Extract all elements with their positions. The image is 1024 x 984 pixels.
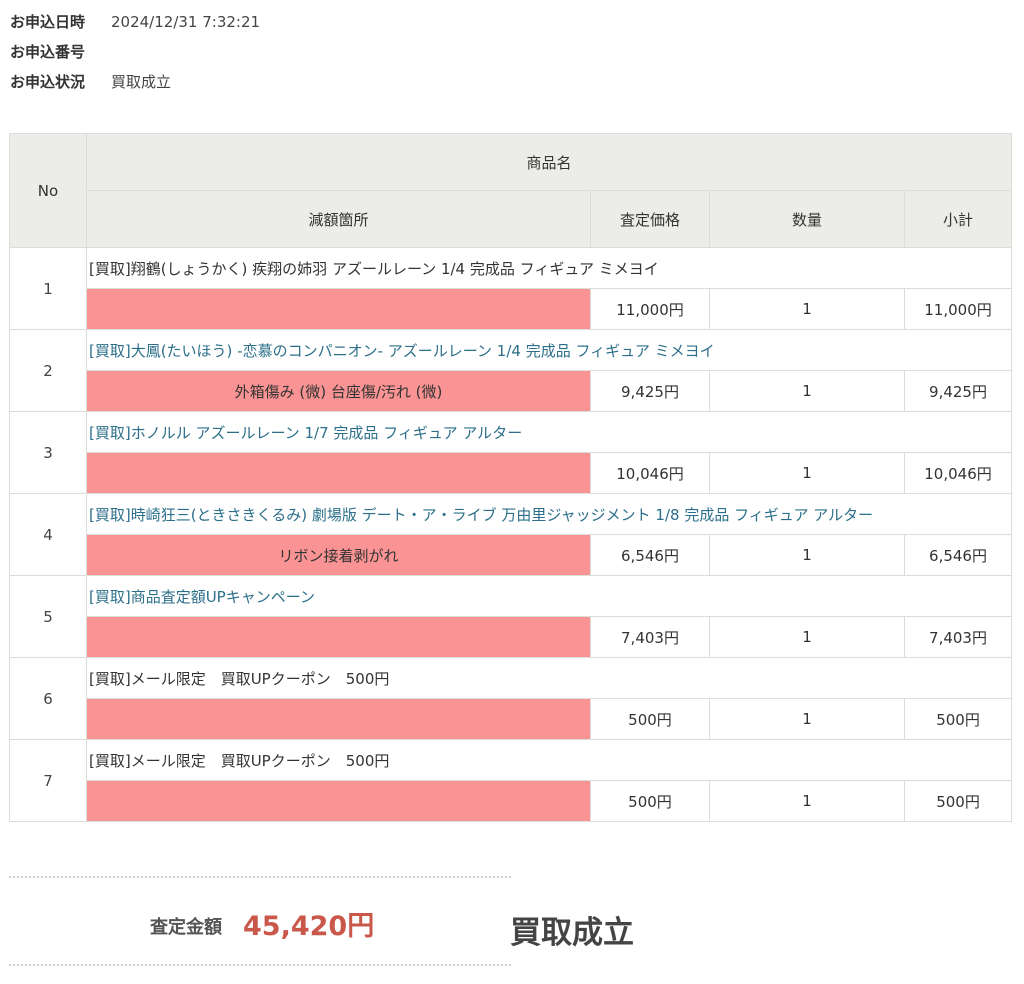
quantity-cell: 1	[709, 452, 905, 494]
price-cell: 11,000円	[590, 288, 710, 330]
table-row: 1 [買取]翔鶴(しょうかく) 疾翔の姉羽 アズールレーン 1/4 完成品 フィ…	[9, 247, 1013, 330]
product-link[interactable]: [買取]翔鶴(しょうかく) 疾翔の姉羽 アズールレーン 1/4 完成品 フィギュ…	[89, 260, 659, 278]
subtotal-cell: 11,000円	[903, 288, 1013, 330]
table-row-detail: 11,000円 1 11,000円	[10, 288, 1013, 330]
row-number: 2	[9, 329, 87, 412]
table-row-detail: 500円 1 500円	[10, 780, 1013, 822]
price-cell: 10,046円	[590, 452, 710, 494]
info-row-date: お申込日時 2024/12/31 7:32:21	[10, 10, 260, 40]
product-link[interactable]: [買取]メール限定 買取UPクーポン 500円	[89, 752, 389, 770]
product-link[interactable]: [買取]時崎狂三(ときさきくるみ) 劇場版 デート・ア・ライブ 万由里ジャッジメ…	[89, 506, 873, 524]
product-link[interactable]: [買取]メール限定 買取UPクーポン 500円	[89, 670, 389, 688]
application-info: お申込日時 2024/12/31 7:32:21 お申込番号 お申込状況 買取成…	[10, 10, 260, 100]
row-number: 1	[9, 247, 87, 330]
reduction-cell	[86, 288, 591, 330]
total-amount: 45,420円	[243, 911, 375, 942]
price-cell: 500円	[590, 780, 710, 822]
status-value: 買取成立	[111, 73, 172, 91]
subtotal-cell: 10,046円	[903, 452, 1013, 494]
header-reduction: 減額箇所	[86, 190, 591, 248]
reduction-cell	[86, 616, 591, 658]
table-row: 4 [買取]時崎狂三(ときさきくるみ) 劇場版 デート・ア・ライブ 万由里ジャッ…	[9, 493, 1013, 576]
product-name-cell: [買取]ホノルル アズールレーン 1/7 完成品 フィギュア アルター	[85, 411, 1013, 453]
status-label: お申込状況	[10, 73, 86, 91]
quantity-cell: 1	[709, 780, 905, 822]
reduction-cell: 外箱傷み (微) 台座傷/汚れ (微)	[86, 370, 591, 412]
date-label: お申込日時	[10, 13, 86, 31]
product-name-cell: [買取]商品査定額UPキャンペーン	[85, 575, 1013, 617]
table-row: 3 [買取]ホノルル アズールレーン 1/7 完成品 フィギュア アルター	[9, 411, 1013, 494]
header-no: No	[9, 133, 87, 248]
row-number: 7	[9, 739, 87, 822]
product-link[interactable]: [買取]ホノルル アズールレーン 1/7 完成品 フィギュア アルター	[89, 424, 522, 442]
product-name-cell: [買取]大鳳(たいほう) -恋慕のコンパニオン- アズールレーン 1/4 完成品…	[85, 329, 1013, 371]
date-value: 2024/12/31 7:32:21	[111, 13, 261, 31]
items-table: No 商品名 減額箇所 査定価格 数量 小計 1 [買取]翔鶴(しょうかく) 疾…	[9, 133, 1013, 822]
header-price: 査定価格	[590, 190, 710, 248]
quantity-cell: 1	[709, 698, 905, 740]
table-row-detail: 10,046円 1 10,046円	[10, 452, 1013, 494]
product-name-cell: [買取]翔鶴(しょうかく) 疾翔の姉羽 アズールレーン 1/4 完成品 フィギュ…	[85, 247, 1013, 289]
subtotal-cell: 9,425円	[903, 370, 1013, 412]
product-name-cell: [買取]メール限定 買取UPクーポン 500円	[85, 739, 1013, 781]
row-number: 4	[9, 493, 87, 576]
divider-bottom	[9, 964, 511, 966]
quantity-cell: 1	[709, 534, 905, 576]
product-link[interactable]: [買取]商品査定額UPキャンペーン	[89, 588, 315, 606]
divider-top	[9, 876, 511, 878]
product-name-cell: [買取]時崎狂三(ときさきくるみ) 劇場版 デート・ア・ライブ 万由里ジャッジメ…	[85, 493, 1013, 535]
header-subtotal: 小計	[903, 190, 1013, 248]
quantity-cell: 1	[709, 616, 905, 658]
quantity-cell: 1	[709, 370, 905, 412]
reduction-cell	[86, 780, 591, 822]
reduction-cell	[86, 698, 591, 740]
price-cell: 500円	[590, 698, 710, 740]
info-row-number: お申込番号	[10, 40, 260, 70]
product-link[interactable]: [買取]大鳳(たいほう) -恋慕のコンパニオン- アズールレーン 1/4 完成品…	[89, 342, 715, 360]
subtotal-cell: 6,546円	[903, 534, 1013, 576]
number-label: お申込番号	[10, 43, 86, 61]
table-row-detail: リボン接着剥がれ 6,546円 1 6,546円	[10, 534, 1013, 576]
reduction-cell: リボン接着剥がれ	[86, 534, 591, 576]
total-label: 査定金額	[150, 917, 222, 938]
price-cell: 9,425円	[590, 370, 710, 412]
table-row: 6 [買取]メール限定 買取UPクーポン 500円	[9, 657, 1013, 740]
table-row: 2 [買取]大鳳(たいほう) -恋慕のコンパニオン- アズールレーン 1/4 完…	[9, 329, 1013, 412]
table-row-detail: 7,403円 1 7,403円	[10, 616, 1013, 658]
product-name-cell: [買取]メール限定 買取UPクーポン 500円	[85, 657, 1013, 699]
table-row: 7 [買取]メール限定 買取UPクーポン 500円	[9, 739, 1013, 822]
table-row-detail: 500円 1 500円	[10, 698, 1013, 740]
price-cell: 6,546円	[590, 534, 710, 576]
header-quantity: 数量	[709, 190, 905, 248]
purchase-status: 買取成立	[510, 915, 634, 951]
table-row-detail: 外箱傷み (微) 台座傷/汚れ (微) 9,425円 1 9,425円	[10, 370, 1013, 412]
quantity-cell: 1	[709, 288, 905, 330]
table-row: 5 [買取]商品査定額UPキャンペーン	[9, 575, 1013, 658]
row-number: 5	[9, 575, 87, 658]
price-cell: 7,403円	[590, 616, 710, 658]
subtotal-cell: 500円	[903, 698, 1013, 740]
summary-box: 査定金額 45,420円	[9, 876, 511, 966]
subtotal-cell: 500円	[903, 780, 1013, 822]
info-row-status: お申込状況 買取成立	[10, 70, 260, 100]
reduction-cell	[86, 452, 591, 494]
row-number: 6	[9, 657, 87, 740]
row-number: 3	[9, 411, 87, 494]
subtotal-cell: 7,403円	[903, 616, 1013, 658]
header-product-name: 商品名	[85, 133, 1013, 191]
